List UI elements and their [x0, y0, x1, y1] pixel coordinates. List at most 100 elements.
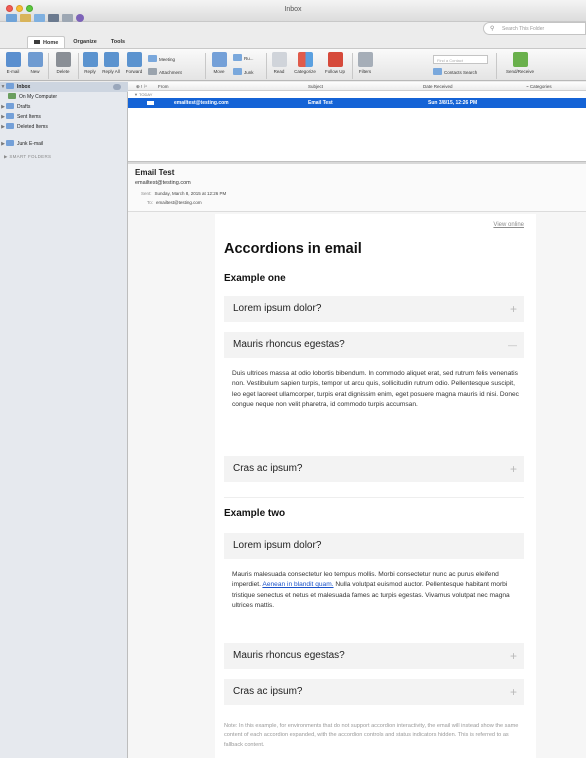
smart-folders-header[interactable]: ▶ SMART FOLDERS: [4, 154, 51, 160]
divider: [224, 497, 524, 498]
plus-icon: +: [509, 462, 517, 476]
search-placeholder: Search This Folder: [502, 26, 545, 32]
rules-button[interactable]: Ru...: [233, 54, 254, 64]
junk-button[interactable]: Junk: [233, 68, 254, 78]
tab-tools[interactable]: Tools: [105, 36, 131, 48]
search-icon: ⚲: [490, 26, 495, 32]
attachment-button[interactable]: Attachment: [148, 68, 182, 78]
ribbon-divider: [352, 53, 353, 79]
sent-icon: [6, 113, 14, 119]
ribbon-divider: [78, 53, 79, 79]
delete-button[interactable]: Delete: [52, 49, 74, 82]
list-header: ⊕ ! ⚐ From Subject Date Received ~ Categ…: [128, 82, 586, 91]
example-two-heading: Example two: [224, 508, 286, 519]
column-subject[interactable]: Subject: [308, 84, 323, 89]
paperclip-icon: [148, 68, 157, 75]
column-from[interactable]: From: [158, 84, 169, 89]
filters-button[interactable]: Filters: [356, 49, 374, 82]
forward-button[interactable]: Forward: [124, 49, 144, 82]
quick-access-toolbar: [6, 14, 84, 22]
home-tab-icon: [34, 40, 40, 44]
read-button[interactable]: Read: [270, 49, 288, 82]
accordion-item[interactable]: Cras ac ipsum? +: [224, 679, 524, 705]
follow-up-button[interactable]: Follow Up: [322, 49, 348, 82]
meeting-button[interactable]: Meeting: [148, 55, 175, 65]
sidebar-item-inbox[interactable]: ▼ Inbox: [0, 82, 128, 92]
find-contact-input[interactable]: Find a Contact: [433, 55, 488, 64]
row-subject: Email Test: [308, 100, 333, 106]
accordion-item-expanded[interactable]: Lorem ipsum dolor?: [224, 533, 524, 559]
plus-icon: +: [509, 302, 517, 316]
unread-badge: [113, 84, 121, 90]
contacts-icon: [433, 68, 442, 75]
row-from: emailtest@testing.com: [174, 100, 229, 106]
tab-home[interactable]: Home: [27, 36, 66, 48]
example-one-heading: Example one: [224, 273, 286, 284]
categorize-button[interactable]: Categorize: [291, 49, 319, 82]
inbox-icon: [6, 83, 14, 89]
calendar-icon[interactable]: [34, 14, 45, 22]
ribbon-divider: [496, 53, 497, 79]
reply-button[interactable]: Reply: [82, 49, 98, 82]
email-button[interactable]: E-mail: [3, 49, 23, 82]
blandit-link[interactable]: Aenean in blandit quam.: [262, 581, 333, 588]
ribbon-tabs: Home Organize Tools: [0, 36, 586, 48]
sidebar-item-drafts[interactable]: ▶ Drafts: [0, 102, 128, 112]
inbox-icon: [8, 93, 16, 99]
accordion-item[interactable]: Cras ac ipsum? +: [224, 456, 524, 482]
ribbon-divider: [266, 53, 267, 79]
contacts-search-button[interactable]: Contacts Search: [433, 68, 477, 78]
view-online-link[interactable]: View online: [493, 222, 524, 228]
email-body: View online Accordions in email Example …: [215, 214, 536, 758]
accordion-item-expanded[interactable]: Mauris rhoncus egestas? —: [224, 332, 524, 358]
table-row[interactable]: emailtest@testing.com Email Test Sun 3/8…: [128, 98, 586, 108]
meeting-icon: [148, 55, 157, 62]
plus-icon: +: [509, 649, 517, 663]
help-icon[interactable]: [76, 14, 84, 22]
reply-all-icon: [103, 52, 119, 67]
tab-organize[interactable]: Organize: [67, 36, 103, 48]
new-items-icon: [27, 52, 43, 67]
send-receive-icon: [512, 52, 528, 67]
forward-icon: [126, 52, 142, 67]
ribbon-divider: [48, 53, 49, 79]
mail-icon[interactable]: [20, 14, 31, 22]
minus-icon: —: [508, 340, 517, 350]
column-categories[interactable]: ~ Categories: [526, 84, 552, 89]
title-bar: Inbox: [0, 0, 586, 22]
move-button[interactable]: Move: [209, 49, 229, 82]
envelope-icon: [147, 101, 154, 105]
envelope-open-icon: [271, 52, 287, 67]
group-today[interactable]: ▼ TODAY: [134, 92, 152, 97]
send-receive-button[interactable]: Send/Receive: [505, 49, 535, 82]
message-list: ⊕ ! ⚐ From Subject Date Received ~ Categ…: [128, 82, 586, 161]
column-date[interactable]: Date Received: [423, 84, 453, 89]
accordion-content: Duis ultrices massa at odio lobortis bib…: [232, 370, 519, 409]
notes-icon[interactable]: [62, 14, 73, 22]
new-email-icon: [5, 52, 21, 67]
message-header: Email Test emailtest@testing.com Sent: Su…: [128, 164, 586, 212]
sidebar-item-sent[interactable]: ▶ Sent Items: [0, 112, 128, 122]
email-title: Accordions in email: [224, 241, 362, 257]
accordion-item[interactable]: Lorem ipsum dolor? +: [224, 296, 524, 322]
window-title: Inbox: [284, 6, 302, 13]
message-from[interactable]: emailtest@testing.com: [135, 180, 191, 186]
print-icon[interactable]: [48, 14, 59, 22]
search-input[interactable]: ⚲ Search This Folder: [483, 22, 586, 35]
sort-icons[interactable]: ⊕ ! ⚐: [136, 84, 148, 90]
fallback-note: Note: In this example, for environments …: [224, 723, 519, 748]
reply-all-button[interactable]: Reply All: [100, 49, 122, 82]
sidebar-item-deleted[interactable]: ▶ Deleted Items: [0, 122, 128, 132]
home-icon[interactable]: [6, 14, 17, 22]
ribbon-divider: [205, 53, 206, 79]
accordion-item[interactable]: Mauris rhoncus egestas? +: [224, 643, 524, 669]
junk-icon: [233, 68, 242, 75]
sidebar-item-junk[interactable]: ▶ Junk E-mail: [0, 139, 128, 149]
junk-folder-icon: [6, 140, 14, 146]
message-sent: Sent: Sunday, March 8, 2015 at 12:26 PM: [141, 191, 227, 196]
categorize-icon: [297, 52, 313, 67]
filter-icon: [357, 52, 373, 67]
new-item-button[interactable]: New: [25, 49, 45, 82]
sidebar-item-on-my-computer[interactable]: On My Computer: [0, 92, 128, 102]
row-date: Sun 3/8/15, 12:26 PM: [428, 100, 478, 106]
